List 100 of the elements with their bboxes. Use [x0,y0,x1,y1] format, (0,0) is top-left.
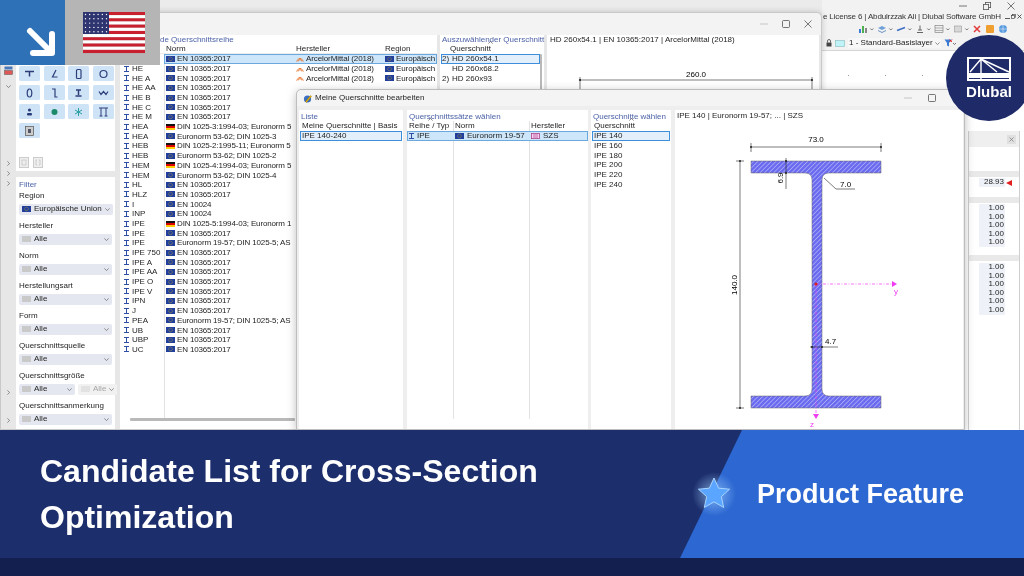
list-row[interactable]: IPE 160 [592,140,670,151]
tee-icon[interactable] [19,66,40,81]
chevron-down-icon[interactable] [5,85,11,88]
line-menu-icon[interactable] [896,24,912,34]
bracket-icon[interactable] [33,157,43,168]
framed-square-icon[interactable] [19,123,40,138]
globe-icon[interactable] [998,24,1008,34]
list-row[interactable]: IPE 240 [592,179,670,190]
table-row[interactable]: HE EN 10365:2017 ArcelorMittal (2018) Europäisch [120,63,437,74]
chevron-down-icon[interactable] [934,41,940,45]
table-menu-icon[interactable] [934,24,950,34]
table-row[interactable]: IPE O EN 10365:2017 [120,276,437,287]
table-row[interactable]: EN 10365:2017 ArcelorMittal (2018) Europäisch [164,54,437,64]
zee-icon[interactable] [43,85,65,100]
list-row[interactable]: 2) HD 260x54.1 [441,54,540,64]
table-row[interactable]: IPE DIN 1025-5:1994-03; Euronorm 1 [120,218,437,229]
dimension-label: 6.9 [776,172,785,184]
table-row[interactable]: IPE A EN 10365:2017 [120,257,437,268]
double-tee-icon[interactable] [92,104,114,119]
axis-label: y [894,287,898,296]
layers-menu-icon[interactable] [877,24,893,34]
chevron-right-icon[interactable] [6,390,10,395]
chevron-down-icon[interactable] [104,357,109,361]
person-icon[interactable] [19,104,40,119]
table-row[interactable]: UC EN 10365:2017 [120,344,437,355]
filter-dropdown[interactable]: Alle [19,293,112,305]
table-row[interactable]: INP EN 10024 [120,209,437,219]
restore-icon[interactable] [983,1,991,10]
square-icon[interactable] [985,24,995,34]
list-row[interactable]: IPE 180 [592,150,670,161]
table-row[interactable]: HE A EN 10365:2017 ArcelorMittal (2018) Europäisch [120,73,437,84]
region-label: Europäisch [396,63,436,74]
table-row[interactable]: J EN 10365:2017 [120,305,437,316]
table-row[interactable]: IPE V EN 10365:2017 [120,286,437,297]
table-row[interactable]: IPE AA EN 10365:2017 [120,267,437,277]
table-row[interactable]: HEB Euronorm 53-62; DIN 1025-2 [120,150,437,161]
swatch-icon [22,296,31,302]
list-row[interactable]: IPE 140 [592,131,670,141]
chevron-down-icon[interactable] [104,417,109,421]
scrollbar-thumb[interactable] [130,418,295,421]
close-icon[interactable] [1017,14,1022,19]
table-row[interactable]: IPN EN 10365:2017 [120,296,437,306]
angle-icon[interactable] [43,66,65,81]
filter-dropdown[interactable]: Alle [19,263,112,275]
table-row[interactable]: I EN 10024 [120,199,437,209]
table-row[interactable]: HEM DIN 1025-4:1994-03; Euronorm 5 [120,160,437,171]
rectangle-icon[interactable] [68,66,89,81]
panel-menu-icon[interactable] [953,24,969,34]
eu-flag-icon [166,75,175,82]
table-row[interactable]: HE AA EN 10365:2017 [120,83,437,93]
scrollbar-thumb[interactable] [540,54,542,90]
table-row[interactable]: IPE Euronorm 19-57; DIN 1025-5; AS [120,238,437,248]
filter-dropdown[interactable]: Europäische Union [19,203,113,215]
eu-flag-icon [166,268,175,275]
close-icon[interactable] [804,20,812,28]
table-row[interactable]: UBP EN 10365:2017 [120,334,437,345]
restore-icon[interactable] [1011,14,1016,19]
norm-label: EN 10365:2017 [177,73,231,83]
table-row[interactable]: IPE Euronorm 19-57 SZS [407,131,588,141]
chevron-down-icon[interactable] [67,387,72,391]
support-menu-icon[interactable] [915,24,931,34]
square-icon[interactable] [19,157,29,168]
close-icon[interactable] [1007,1,1015,10]
layer-dropdown[interactable]: 1 - Standard-Basislayer [848,38,941,48]
lock-icon[interactable] [826,39,832,47]
eu-flag-icon [166,230,175,237]
chevron-down-icon[interactable] [104,297,109,301]
chevron-down-icon[interactable] [104,237,109,241]
list-row[interactable]: IPE 200 [592,160,670,170]
bar-chart-menu-icon[interactable] [858,24,874,34]
cross-icon[interactable] [972,24,982,34]
table-row[interactable]: UB EN 10365:2017 [120,325,437,335]
maximize-icon[interactable] [928,94,936,102]
list-row[interactable]: HD 260x68.2 [441,64,540,74]
table-row[interactable]: IPE 750 EN 10365:2017 [120,247,437,258]
list-row[interactable]: IPE 220 [592,169,670,180]
layers-icon[interactable] [3,66,13,75]
chevron-down-icon[interactable] [104,207,110,211]
filter-dropdown[interactable]: Alle [19,383,75,395]
table-row[interactable]: PEA Euronorm 19-57; DIN 1025-5; AS [120,315,437,326]
list-row[interactable]: 2) HD 260x93 [441,74,540,84]
maximize-icon[interactable] [782,20,790,28]
filter-dropdown[interactable]: Alle [19,323,112,335]
chevron-right-icon[interactable] [6,418,10,423]
table-row[interactable]: HEM Euronorm 53-62; DIN 1025-4 [120,170,437,180]
table-row[interactable]: HLZ EN 10365:2017 [120,189,437,200]
list-row[interactable]: IPE 140-240 [300,131,402,141]
chevron-down-icon[interactable] [104,267,109,271]
filter-menu-icon[interactable] [943,39,956,47]
chevron-down-icon[interactable] [104,327,109,331]
table-row[interactable]: HEB DIN 1025-2:1995-11; Euronorm 5 [120,141,437,151]
rail-icon[interactable] [68,85,89,100]
filter-dropdown[interactable]: Alle [19,353,112,365]
table-row[interactable]: HE C EN 10365:2017 [120,102,437,113]
table-row[interactable]: HL EN 10365:2017 [120,179,437,190]
table-row[interactable]: IPE EN 10365:2017 [120,228,437,239]
filter-dropdown[interactable]: Alle [19,413,112,425]
zigzag-icon[interactable] [92,85,114,100]
filter-dropdown[interactable]: Alle [19,233,112,245]
norm-label: Euronorm 19-57; DIN 1025-5; AS [177,238,291,248]
